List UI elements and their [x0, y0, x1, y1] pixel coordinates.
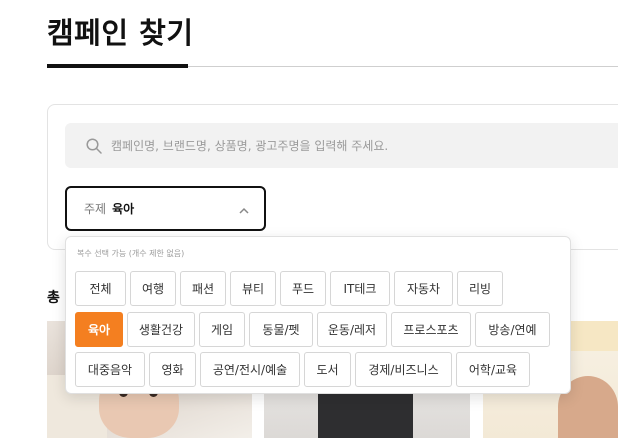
search-box[interactable]: [65, 123, 618, 168]
topic-chip-game[interactable]: 게임: [199, 312, 245, 347]
topic-chip-movie[interactable]: 영화: [149, 352, 196, 387]
topic-select[interactable]: 주제 육아: [65, 186, 266, 231]
topic-chip-fashion[interactable]: 패션: [180, 271, 226, 306]
topic-chip-performance[interactable]: 공연/전시/예술: [200, 352, 300, 387]
page-title: 캠페인 찾기: [47, 16, 194, 50]
title-underline: [47, 64, 188, 68]
topic-chip-health[interactable]: 생활건강: [127, 312, 195, 347]
topic-chip-education[interactable]: 어학/교육: [456, 352, 530, 387]
topic-chip-books[interactable]: 도서: [304, 352, 351, 387]
chip-row: 육아 생활건강 게임 동물/펫 운동/레저 프로스포츠 방송/연예: [75, 312, 550, 347]
topic-chip-food[interactable]: 푸드: [280, 271, 326, 306]
topic-chip-all[interactable]: 전체: [75, 271, 126, 306]
topic-chip-parenting[interactable]: 육아: [75, 312, 123, 347]
topic-chip-pets[interactable]: 동물/펫: [249, 312, 313, 347]
topic-chip-sports-leisure[interactable]: 운동/레저: [317, 312, 387, 347]
topic-chip-it-tech[interactable]: IT테크: [330, 271, 390, 306]
topic-chip-beauty[interactable]: 뷰티: [230, 271, 276, 306]
topic-chip-car[interactable]: 자동차: [394, 271, 453, 306]
topic-chip-living[interactable]: 리빙: [457, 271, 503, 306]
topic-chip-music[interactable]: 대중음악: [75, 352, 145, 387]
results-total-label: 총: [47, 290, 60, 306]
chip-row: 전체 여행 패션 뷰티 푸드 IT테크 자동차 리빙: [75, 271, 503, 306]
chevron-up-icon: [238, 202, 250, 214]
topic-chip-business[interactable]: 경제/비즈니스: [355, 352, 452, 387]
dropdown-hint: 복수 선택 가능 (개수 제한 없음): [77, 249, 185, 258]
topic-dropdown: 복수 선택 가능 (개수 제한 없음) 전체 여행 패션 뷰티 푸드 IT테크 …: [65, 236, 571, 394]
search-icon: [86, 137, 102, 154]
topic-chip-pro-sports[interactable]: 프로스포츠: [391, 312, 471, 347]
chip-row: 대중음악 영화 공연/전시/예술 도서 경제/비즈니스 어학/교육: [75, 352, 530, 387]
topic-chip-travel[interactable]: 여행: [130, 271, 176, 306]
topic-label: 주제: [84, 202, 107, 216]
topic-value: 육아: [112, 202, 135, 216]
topic-chip-broadcast[interactable]: 방송/연예: [475, 312, 550, 347]
search-input[interactable]: [111, 138, 571, 153]
